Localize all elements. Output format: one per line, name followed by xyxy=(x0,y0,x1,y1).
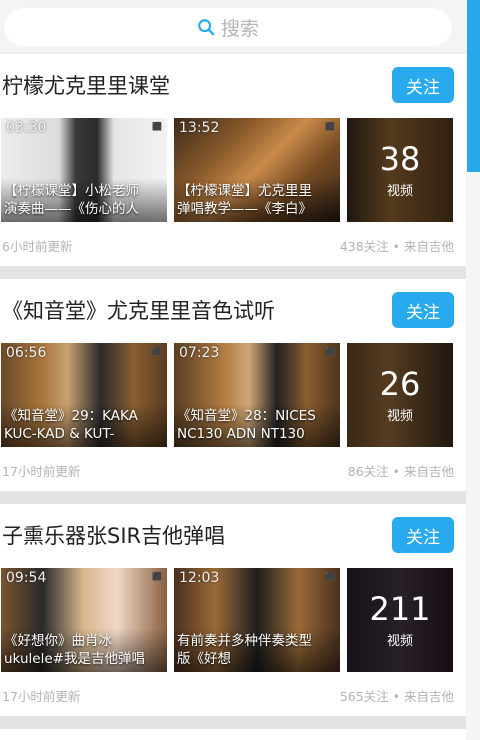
update-time: 6小时前更新 xyxy=(2,239,73,254)
search-placeholder: 搜索 xyxy=(220,17,259,40)
watermark: ⬛ xyxy=(325,122,335,131)
channel-card: 柠檬尤克里里课堂 关注 03:30 ⬛ 【柠檬课堂】小松老师 演奏曲——《伤心的… xyxy=(0,54,466,266)
video-duration: 06:56 xyxy=(6,345,47,361)
video-thumbnail[interactable]: 13:52 ⬛ 【柠檬课堂】尤克里里 弹唱教学——《李白》 xyxy=(174,118,340,222)
video-count: 211 xyxy=(369,589,431,628)
video-title: 有前奏并多种伴奏类型 版《好想 xyxy=(177,633,312,667)
video-count-tile[interactable]: 211 视频 xyxy=(347,568,453,672)
video-duration: 07:23 xyxy=(179,345,220,361)
search-input[interactable]: 搜索 xyxy=(4,8,452,46)
follow-button[interactable]: 关注 xyxy=(392,292,454,328)
watermark: ⬛ xyxy=(325,347,335,356)
update-time: 17小时前更新 xyxy=(2,464,81,479)
follow-stats: 438关注 • 来自吉他 xyxy=(339,239,454,254)
video-count-label: 视频 xyxy=(386,183,413,199)
video-duration: 12:03 xyxy=(179,570,220,586)
channel-card-partial xyxy=(0,729,466,740)
follow-button[interactable]: 关注 xyxy=(392,67,454,103)
watermark: ⬛ xyxy=(152,347,162,356)
search-icon xyxy=(198,19,215,36)
video-duration: 03:30 xyxy=(6,120,47,136)
update-time: 17小时前更新 xyxy=(2,689,81,704)
video-title: 《知音堂》28：NICES NC130 ADN NT130 xyxy=(177,408,316,442)
video-thumbnail[interactable]: 09:54 ⬛ 《好想你》曲肖冰 ukulele#我是吉他弹唱 xyxy=(1,568,167,672)
video-count-tile[interactable]: 26 视频 xyxy=(347,343,453,447)
channel-title[interactable]: 《知音堂》尤克里里音色试听 xyxy=(2,295,275,325)
video-count-label: 视频 xyxy=(386,633,413,649)
video-title: 【柠檬课堂】尤克里里 弹唱教学——《李白》 xyxy=(177,183,312,217)
video-count: 38 xyxy=(379,139,421,178)
divider xyxy=(0,491,466,505)
divider xyxy=(0,266,466,280)
video-title: 《知音堂》29：KAKA KUC-KAD & KUT- xyxy=(4,408,138,442)
video-duration: 13:52 xyxy=(179,120,220,136)
video-thumbnail[interactable]: 03:30 ⬛ 【柠檬课堂】小松老师 演奏曲——《伤心的人 xyxy=(1,118,167,222)
video-title: 《好想你》曲肖冰 ukulele#我是吉他弹唱 xyxy=(4,633,145,667)
channel-title[interactable]: 柠檬尤克里里课堂 xyxy=(2,70,170,100)
watermark: ⬛ xyxy=(325,572,335,581)
watermark: ⬛ xyxy=(152,122,162,131)
video-thumbnail[interactable]: 06:56 ⬛ 《知音堂》29：KAKA KUC-KAD & KUT- xyxy=(1,343,167,447)
channel-title[interactable]: 子熏乐器张SIR吉他弹唱 xyxy=(2,520,225,550)
channel-card: 子熏乐器张SIR吉他弹唱 关注 09:54 ⬛ 《好想你》曲肖冰 ukulele… xyxy=(0,504,466,716)
follow-stats: 565关注 • 来自吉他 xyxy=(339,689,454,704)
video-title: 【柠檬课堂】小松老师 演奏曲——《伤心的人 xyxy=(4,183,139,217)
scrollbar-thumb[interactable] xyxy=(467,0,480,172)
video-count: 26 xyxy=(379,364,421,403)
video-thumbnail[interactable]: 07:23 ⬛ 《知音堂》28：NICES NC130 ADN NT130 xyxy=(174,343,340,447)
divider xyxy=(0,716,466,730)
channel-card: 《知音堂》尤克里里音色试听 关注 06:56 ⬛ 《知音堂》29：KAKA KU… xyxy=(0,279,466,491)
watermark: ⬛ xyxy=(152,572,162,581)
video-thumbnail[interactable]: 12:03 ⬛ 有前奏并多种伴奏类型 版《好想 xyxy=(174,568,340,672)
follow-button[interactable]: 关注 xyxy=(392,517,454,553)
search-bar: 搜索 xyxy=(0,0,466,52)
follow-stats: 86关注 • 来自吉他 xyxy=(347,464,454,479)
video-duration: 09:54 xyxy=(6,570,47,586)
video-count-tile[interactable]: 38 视频 xyxy=(347,118,453,222)
video-count-label: 视频 xyxy=(386,408,413,424)
